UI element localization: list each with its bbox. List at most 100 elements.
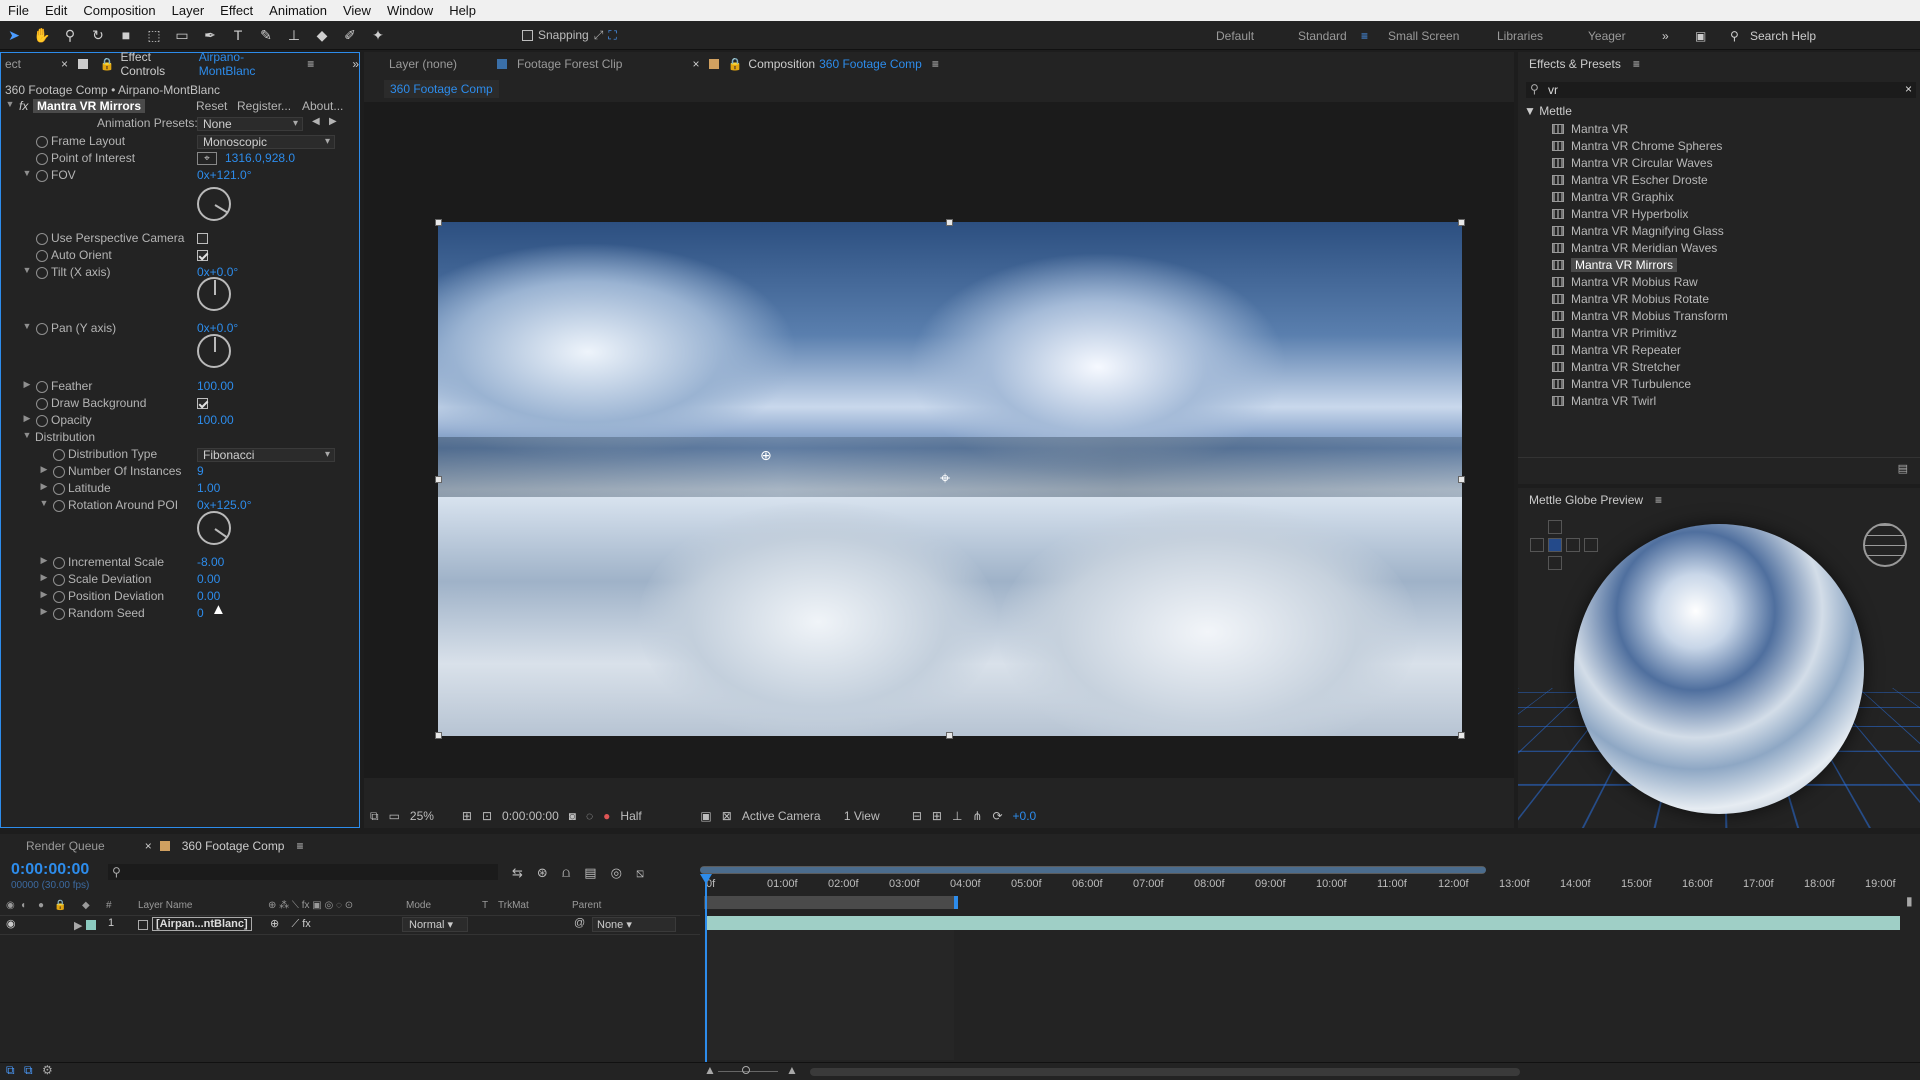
transfer-controls-icon[interactable]: ⧉ (24, 1063, 33, 1078)
timeline-icon[interactable]: ⊥ (952, 809, 962, 823)
edge-handle[interactable] (946, 219, 953, 226)
current-time[interactable]: 0:00:00:00 (502, 809, 559, 823)
camera-tool-icon[interactable]: ■ (115, 24, 137, 46)
roi-icon[interactable]: ▣ (700, 809, 711, 823)
resolution-dropdown[interactable]: Half (620, 809, 690, 823)
snapping-checkbox[interactable] (522, 29, 533, 41)
register-link[interactable]: Register... (237, 99, 291, 113)
latitude-value[interactable]: 1.00 (197, 481, 220, 495)
distribution-type-dropdown[interactable]: Fibonacci (197, 448, 335, 462)
zoom-slider-thumb[interactable] (742, 1066, 750, 1074)
globe-preview-title[interactable]: Mettle Globe Preview (1529, 493, 1643, 507)
rotate-tool-icon[interactable]: ↻ (87, 24, 109, 46)
parent-dropdown[interactable]: None ▾ (592, 917, 676, 932)
puppet-tool-icon[interactable]: ✦ (367, 24, 389, 46)
camera-dropdown[interactable]: Active Camera (742, 809, 834, 823)
incremental-scale-expand-icon[interactable]: ▶ (39, 555, 49, 566)
region-icon[interactable]: ⊡ (482, 809, 492, 823)
menu-animation[interactable]: Animation (261, 3, 335, 18)
workspace-yeager[interactable]: Yeager (1588, 29, 1626, 43)
stopwatch-icon[interactable] (53, 608, 65, 620)
scale-deviation-value[interactable]: 0.00 (197, 572, 220, 586)
panel-menu-icon[interactable]: ≡ (307, 57, 314, 71)
zoom-dropdown[interactable]: 25% (410, 809, 452, 823)
layer-tab[interactable]: Layer (none) (389, 57, 457, 71)
stopwatch-icon[interactable] (36, 267, 48, 279)
timeline-scrollbar[interactable] (810, 1068, 1520, 1076)
instances-value[interactable]: 9 (197, 464, 204, 478)
reset-link[interactable]: Reset (196, 99, 227, 113)
draft-3d-icon[interactable]: ⊛ (537, 865, 548, 881)
monitor-icon[interactable]: ▭ (389, 809, 400, 823)
snap-icon[interactable]: ⤢ (594, 28, 604, 43)
render-time-icon[interactable]: ⧉ (6, 1063, 15, 1078)
effect-preset-item[interactable]: Mantra VR Repeater (1552, 343, 1681, 360)
stopwatch-icon[interactable] (53, 574, 65, 586)
work-area-span[interactable] (704, 896, 954, 909)
corner-handle[interactable] (1458, 219, 1465, 226)
edge-handle[interactable] (435, 476, 442, 483)
effect-preset-item[interactable]: Mantra VR Graphix (1552, 190, 1674, 207)
effect-preset-item[interactable]: Mantra VR Primitivz (1552, 326, 1677, 343)
menu-help[interactable]: Help (441, 3, 484, 18)
ep-panel-menu-icon[interactable]: ≡ (1633, 57, 1640, 71)
stopwatch-icon[interactable] (36, 136, 48, 148)
incremental-scale-value[interactable]: -8.00 (197, 555, 224, 569)
fov-angle-dial[interactable] (197, 187, 231, 221)
globe-panel-menu-icon[interactable]: ≡ (1655, 493, 1662, 507)
effect-preset-item[interactable]: Mantra VR Mobius Raw (1552, 275, 1698, 292)
roto-brush-tool-icon[interactable]: ✐ (339, 24, 361, 46)
show-snapshot-icon[interactable]: ◌ (586, 809, 593, 823)
transparency-grid-icon[interactable]: ⊠ (722, 809, 732, 823)
poi-marker-icon[interactable]: ⊕ (760, 447, 772, 464)
stopwatch-icon[interactable] (53, 591, 65, 603)
playhead[interactable] (705, 876, 707, 1062)
effects-presets-title[interactable]: Effects & Presets (1529, 57, 1621, 71)
stopwatch-icon[interactable] (53, 483, 65, 495)
preset-prev-icon[interactable]: ◀ (312, 116, 320, 127)
comp-mini-flowchart-icon[interactable]: ⇆ (512, 865, 523, 881)
frame-blending-icon[interactable]: ▤ (584, 865, 596, 881)
rotation-angle-dial[interactable] (197, 511, 231, 545)
screen-icon[interactable]: ▣ (1695, 29, 1706, 43)
hand-tool-icon[interactable]: ✋ (31, 24, 53, 46)
render-queue-tab[interactable]: Render Queue (26, 839, 105, 853)
layer-switches[interactable]: ⊕ ⟋ fx (270, 917, 311, 931)
cube-face-selector[interactable] (1530, 520, 1600, 580)
eraser-tool-icon[interactable]: ◆ (311, 24, 333, 46)
feather-expand-icon[interactable]: ▶ (22, 379, 32, 390)
lock-icon[interactable]: 🔒 (100, 57, 115, 71)
clear-search-icon[interactable]: × (1905, 82, 1912, 96)
stopwatch-icon[interactable] (53, 466, 65, 478)
stopwatch-icon[interactable] (53, 557, 65, 569)
random-seed-expand-icon[interactable]: ▶ (39, 606, 49, 617)
search-help-input[interactable]: Search Help (1750, 29, 1816, 43)
mettle-group[interactable]: ▼ Mettle (1524, 104, 1572, 118)
effect-preset-item[interactable]: Mantra VR Chrome Spheres (1552, 139, 1722, 156)
comp-end-marker-icon[interactable]: ▮ (1906, 894, 1913, 908)
tilt-angle-dial[interactable] (197, 277, 231, 311)
position-deviation-expand-icon[interactable]: ▶ (39, 589, 49, 600)
layer-row[interactable]: ◉ ▶ 1 [Airpan...ntBlanc] ⊕ ⟋ fx Normal ▾… (0, 917, 700, 935)
workspace-libraries[interactable]: Libraries (1497, 29, 1543, 43)
timeline-menu-icon[interactable]: ≡ (296, 839, 303, 853)
workspace-small-screen[interactable]: Small Screen (1388, 29, 1459, 43)
effect-preset-item[interactable]: Mantra VR Mobius Rotate (1552, 292, 1709, 309)
effect-preset-item[interactable]: Mantra VR Mirrors (1552, 258, 1678, 275)
effect-controls-tab-label[interactable]: Effect Controls (120, 50, 194, 78)
toggle-pixel-icon[interactable]: ⊟ (912, 809, 922, 823)
effect-preset-item[interactable]: Mantra VR Mobius Transform (1552, 309, 1728, 326)
expand-panes-icon[interactable]: ⚙ (42, 1063, 53, 1077)
views-dropdown[interactable]: 1 View (844, 809, 902, 823)
stopwatch-icon[interactable] (36, 381, 48, 393)
effect-collapse-icon[interactable]: ▼ (5, 99, 15, 109)
effect-preset-item[interactable]: Mantra VR Stretcher (1552, 360, 1680, 377)
composition-tab-name[interactable]: 360 Footage Comp (819, 57, 922, 71)
effect-preset-item[interactable]: Mantra VR Twirl (1552, 394, 1656, 411)
fov-value[interactable]: 0x+121.0° (197, 168, 252, 182)
comp-lock-icon[interactable]: 🔒 (727, 57, 742, 71)
menu-edit[interactable]: Edit (37, 3, 75, 18)
stopwatch-icon[interactable] (53, 500, 65, 512)
close-comp-tab-icon[interactable]: × (692, 57, 699, 71)
opacity-expand-icon[interactable]: ▶ (22, 413, 32, 424)
